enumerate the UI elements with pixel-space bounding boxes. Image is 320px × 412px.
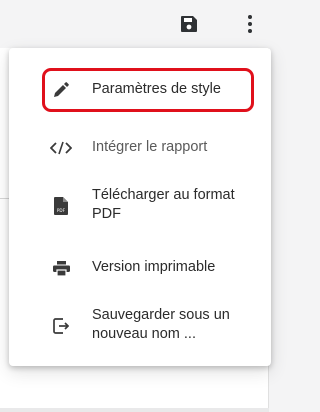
printer-icon (52, 259, 70, 277)
svg-text:PDF: PDF (57, 208, 66, 213)
menu-item-label: Version imprimable (92, 259, 216, 275)
pdf-file-icon: PDF (52, 197, 70, 215)
menu-item-style-settings[interactable]: Paramètres de style (9, 64, 271, 116)
menu-item-label: Intégrer le rapport (92, 139, 208, 155)
options-menu: Paramètres de style Intégrer le rapport … (9, 48, 271, 366)
menu-item-download-pdf[interactable]: PDF Télécharger au format PDF (9, 180, 271, 232)
menu-item-save-as[interactable]: Sauvegarder sous un nouveau nom ... (9, 298, 271, 354)
save-icon (181, 16, 197, 32)
more-vert-icon (248, 15, 252, 33)
save-button[interactable] (177, 12, 201, 36)
save-as-icon (52, 317, 70, 335)
menu-item-label: Sauvegarder sous un nouveau nom ... (92, 307, 230, 342)
toolbar (0, 0, 289, 48)
code-icon (50, 139, 72, 157)
menu-item-embed-report[interactable]: Intégrer le rapport (9, 128, 271, 168)
menu-item-printable-version[interactable]: Version imprimable (9, 248, 271, 288)
menu-item-label: Paramètres de style (92, 81, 221, 97)
panel-footer (0, 408, 269, 412)
pencil-icon (52, 81, 70, 99)
menu-item-label: Télécharger au format PDF (92, 187, 235, 222)
more-options-button[interactable] (238, 12, 262, 36)
